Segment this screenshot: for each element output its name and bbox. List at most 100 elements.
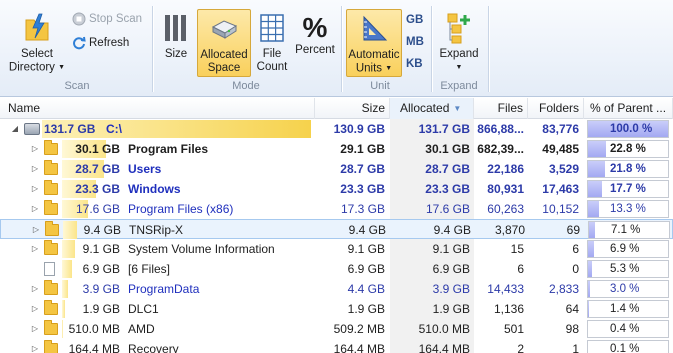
cell-files: 60,263 — [487, 202, 524, 216]
expand-arrow-icon[interactable]: ▷ — [30, 179, 40, 199]
column-header-folders[interactable]: Folders — [528, 98, 584, 119]
unit-kb-button[interactable]: KB — [406, 58, 423, 70]
automatic-units-button[interactable]: Automatic Units ▼ — [346, 9, 402, 77]
size-bar-label: 28.7 GB — [75, 162, 120, 176]
expand-arrow-icon[interactable]: ▷ — [30, 199, 40, 219]
mode-file-count-button[interactable]: File Count — [253, 12, 291, 74]
cell-size: 1.9 GB — [347, 302, 385, 316]
expand-label: Expand — [439, 48, 479, 60]
unit-gb-button[interactable]: GB — [406, 14, 423, 26]
stop-scan-button[interactable]: Stop Scan — [72, 12, 142, 26]
expand-arrow-icon[interactable]: ▷ — [30, 319, 40, 339]
cell-folders: 6 — [572, 242, 579, 256]
cell-files: 682,39... — [477, 142, 524, 156]
expand-arrow-icon[interactable]: ▷ — [31, 220, 41, 240]
expand-button[interactable]: Expand ▼ — [436, 12, 482, 74]
tree-row[interactable]: ▷ 164.4 MB Recovery 164.4 MB 164.4 MB 2 1 0.1 % — [0, 339, 673, 353]
select-directory-label-line1: Select — [21, 48, 53, 60]
mode-percent-button[interactable]: % Percent — [294, 12, 336, 57]
cell-folders: 17,463 — [542, 182, 579, 196]
expand-arrow-icon[interactable]: ▷ — [30, 139, 40, 159]
folder-lightning-icon — [25, 13, 49, 41]
size-bar-label: 3.9 GB — [82, 282, 120, 296]
item-name: [6 Files] — [128, 262, 171, 276]
drive-icon — [24, 123, 40, 135]
tree-row-selected[interactable]: ▷ 9.4 GB TNSRip-X 9.4 GB 9.4 GB 3,870 69 7.1 % — [0, 219, 673, 239]
column-header-files[interactable]: Files — [474, 98, 528, 119]
ribbon-separator — [488, 6, 490, 92]
collapse-arrow-icon[interactable]: ◢ — [10, 119, 20, 139]
column-header-size[interactable]: Size — [315, 98, 390, 119]
chevron-down-icon: ▼ — [385, 65, 393, 72]
percent-bar: 6.9 % — [587, 240, 669, 258]
percent-value: 0.4 % — [610, 323, 640, 335]
refresh-button[interactable]: Refresh — [72, 36, 129, 50]
percent-value: 1.4 % — [610, 303, 640, 315]
folder-icon — [44, 200, 58, 215]
size-bar-label: 23.3 GB — [75, 182, 120, 196]
cell-folders: 83,776 — [542, 122, 579, 136]
percent-value: 13.3 % — [610, 203, 646, 215]
percent-value: 7.1 % — [611, 224, 641, 236]
expand-arrow-icon[interactable]: ▷ — [30, 239, 40, 259]
grid-icon — [260, 14, 284, 42]
tree-row[interactable]: ▷ 30.1 GB Program Files 29.1 GB 30.1 GB 682,3… — [0, 139, 673, 159]
column-header-percent[interactable]: % of Parent ... — [584, 98, 673, 119]
mode-allocated-space-button[interactable]: Allocated Space — [197, 9, 251, 77]
tree-row[interactable]: ▷ 28.7 GB Users 28.7 GB 28.7 GB 22,186 3,529 21… — [0, 159, 673, 179]
percent-value: 17.7 % — [610, 183, 646, 195]
tree-row[interactable]: 6.9 GB [6 Files] 6.9 GB 6.9 GB 6 0 5.3 % — [0, 259, 673, 279]
chevron-down-icon: ▼ — [58, 64, 66, 71]
expand-arrow-icon[interactable]: ▷ — [30, 159, 40, 179]
expand-arrow-icon[interactable]: ▷ — [30, 339, 40, 353]
mode-percent-label: Percent — [295, 44, 335, 56]
folder-icon — [44, 160, 58, 175]
item-name: AMD — [128, 322, 155, 336]
cell-size: 9.1 GB — [347, 242, 385, 256]
cell-allocated: 30.1 GB — [425, 142, 470, 156]
ribbon-separator — [431, 6, 433, 92]
percent-value: 6.9 % — [610, 243, 640, 255]
percent-value: 5.3 % — [610, 263, 640, 275]
column-header-allocated[interactable]: Allocated ▼ — [390, 98, 474, 119]
percent-bar: 5.3 % — [587, 260, 669, 278]
mode-size-button[interactable]: Size — [158, 12, 194, 61]
select-directory-label-line2: Directory — [8, 61, 55, 74]
tree-row[interactable]: ▷ 17.6 GB Program Files (x86) 17.3 GB 17.6 G… — [0, 199, 673, 219]
expand-arrow-icon[interactable]: ▷ — [30, 299, 40, 319]
cell-folders: 64 — [565, 302, 579, 316]
size-bar-label: 164.4 MB — [68, 342, 120, 353]
ribbon-separator — [152, 6, 154, 92]
mode-size-label: Size — [164, 48, 188, 60]
tree-row[interactable]: ◢ 131.7 GB C:\ 130.9 GB 131.7 GB 866,88... 83,… — [0, 119, 673, 139]
cell-size: 29.1 GB — [340, 142, 385, 156]
tree-row[interactable]: ▷ 9.1 GB System Volume Information 9.1 GB 9.… — [0, 239, 673, 259]
percent-value: 22.8 % — [610, 143, 646, 155]
item-name: Program Files (x86) — [128, 202, 234, 216]
cell-allocated: 164.4 MB — [418, 342, 470, 353]
size-bar-label: 9.1 GB — [82, 242, 120, 256]
mode-allocated-label-line1: Allocated — [200, 49, 248, 61]
cell-size: 23.3 GB — [340, 182, 385, 196]
select-directory-button[interactable]: Select Directory ▼ — [6, 12, 68, 75]
tree-row[interactable]: ▷ 23.3 GB Windows 23.3 GB 23.3 GB 80,931 17,46… — [0, 179, 673, 199]
cell-folders: 3,529 — [548, 162, 579, 176]
percent-bar: 3.0 % — [587, 280, 669, 298]
unit-mb-button[interactable]: MB — [406, 36, 424, 48]
cell-folders: 2,833 — [548, 282, 579, 296]
tree-row[interactable]: ▷ 510.0 MB AMD 509.2 MB 510.0 MB 501 98 0.4 % — [0, 319, 673, 339]
folder-icon — [44, 320, 58, 335]
stop-scan-label: Stop Scan — [89, 13, 143, 26]
tree-row[interactable]: ▷ 1.9 GB DLC1 1.9 GB 1.9 GB 1,136 64 1.4 % — [0, 299, 673, 319]
folder-icon — [44, 300, 58, 315]
tree-row[interactable]: ▷ 3.9 GB ProgramData 4.4 GB 3.9 GB 14,433 2,83… — [0, 279, 673, 299]
mode-file-count-label-line2: Count — [256, 61, 288, 73]
cell-files: 2 — [517, 342, 524, 353]
expand-arrow-icon[interactable]: ▷ — [30, 279, 40, 299]
chevron-down-icon: ▼ — [455, 64, 463, 71]
column-header-name[interactable]: Name — [0, 98, 315, 119]
size-bar-label: 1.9 GB — [82, 302, 120, 316]
cell-files: 22,186 — [487, 162, 524, 176]
cell-folders: 69 — [566, 223, 580, 237]
cell-allocated: 9.4 GB — [433, 223, 471, 237]
